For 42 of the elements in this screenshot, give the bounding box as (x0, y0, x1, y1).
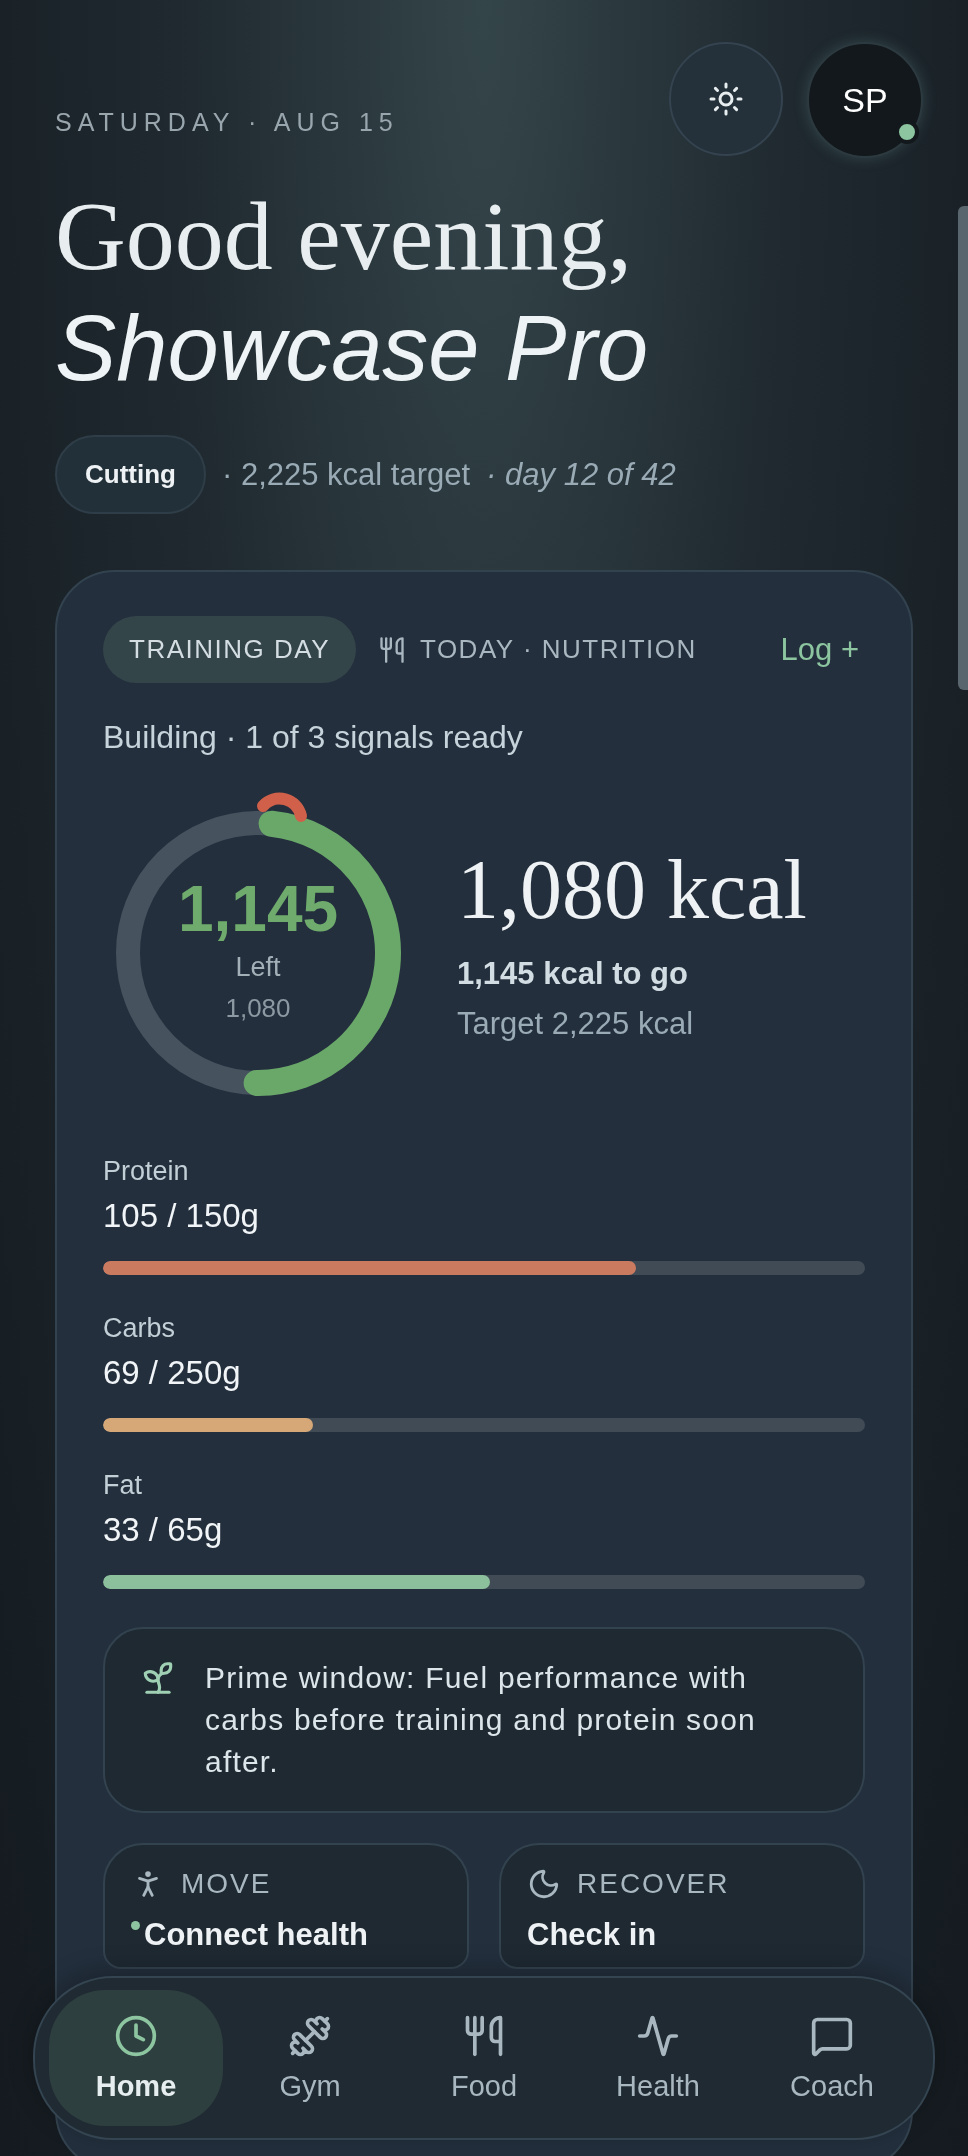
nav-item[interactable]: Gym (223, 1990, 397, 2126)
phase-badge: Cutting (55, 435, 206, 515)
log-button[interactable]: Log + (774, 623, 865, 676)
tip-text: Prime window: Fuel performance with carbs before training and protein soon after. (205, 1660, 757, 1781)
tile-title: MOVE (181, 1868, 272, 1901)
nav-item[interactable]: Health (571, 1990, 745, 2126)
calories-eaten-value: 1,080 (225, 993, 291, 1025)
calories-consumed-title: 1,080 kcal (457, 841, 807, 938)
status-text: Building · 1 of 3 signals ready (103, 719, 524, 757)
tile-text: Connect health (144, 1917, 368, 1954)
nav-item[interactable]: Coach (745, 1990, 919, 2126)
date-label: SATURDAY · AUG 15 (55, 108, 399, 137)
calories-left-label: Left (235, 952, 281, 984)
summary-tile[interactable]: MOVE Connect health (103, 1843, 469, 1970)
calories-remaining-text: 1,145 kcal to go (457, 955, 689, 992)
macro-value: 69 / 250g (103, 1354, 242, 1393)
tile-text: Check in (527, 1917, 657, 1954)
avatar[interactable]: SP (807, 42, 923, 158)
tab[interactable]: TODAY · NUTRITION (378, 616, 697, 684)
barbell-icon (288, 2013, 332, 2058)
ring-marker (257, 793, 307, 823)
macro-label: Carbs (103, 1313, 177, 1345)
kcal-target-text: · 2,225 kcal target (221, 456, 471, 493)
user-name-title: Showcase Pro (55, 295, 650, 401)
summary-tile[interactable]: RECOVER Check in (499, 1843, 865, 1970)
tab[interactable]: TRAINING DAY (103, 616, 356, 684)
day-progress-text: · day 12 of 42 (486, 456, 676, 493)
sun-icon (708, 81, 744, 117)
clock-icon (114, 2013, 158, 2058)
calorie-target-text: Target 2,225 kcal (457, 1005, 695, 1042)
macro-label: Protein (103, 1156, 190, 1188)
utensils-icon (378, 635, 406, 664)
scrollbar-thumb[interactable] (958, 206, 968, 690)
tile-title: RECOVER (577, 1868, 730, 1901)
macro-value: 33 / 65g (103, 1511, 224, 1550)
pulse-icon (636, 2013, 680, 2058)
macro-value: 105 / 150g (103, 1197, 260, 1236)
nav-item[interactable]: Food (397, 1990, 571, 2126)
greeting-title: Good evening, (55, 181, 633, 292)
calories-left-value: 1,145 (177, 872, 339, 947)
nav-item[interactable]: Home (49, 1990, 223, 2126)
macro-label: Fat (103, 1470, 143, 1502)
